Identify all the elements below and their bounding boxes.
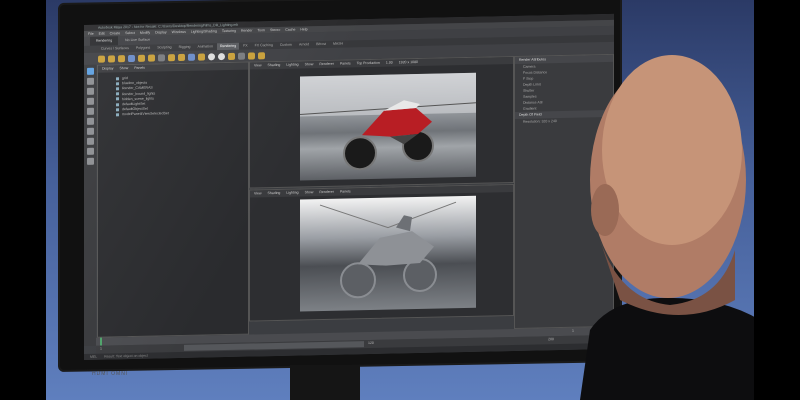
graph-layout-icon[interactable] (86, 157, 94, 165)
render-icon[interactable] (168, 53, 175, 61)
four-view-icon[interactable] (86, 137, 94, 145)
clay-motorcycle-icon (319, 201, 457, 299)
menu-help[interactable]: Help (300, 27, 307, 31)
hypershade-icon[interactable] (198, 52, 205, 61)
ipr-icon[interactable] (178, 53, 185, 61)
rendered-motorcycle-image (299, 72, 477, 181)
monitor-brand-label: HDMI OMNI (92, 371, 129, 377)
layer-icon[interactable] (238, 52, 245, 60)
vp-menu-show[interactable]: Show (305, 62, 314, 66)
menu-edit[interactable]: Edit (99, 32, 105, 36)
menu-file[interactable]: File (88, 32, 94, 36)
lasso-tool-icon[interactable] (86, 77, 94, 85)
outliner-menu-display[interactable]: Display (102, 66, 113, 70)
vp-resolution-readout: 1920 x 1080 (398, 60, 418, 65)
motorcycle-render-icon (299, 72, 477, 171)
vp-menu-panels[interactable]: Panels (340, 61, 351, 65)
camera-icon[interactable] (128, 54, 135, 62)
render-settings-icon[interactable] (188, 53, 195, 61)
toolbox (84, 64, 96, 347)
live-surface-label[interactable]: No Live Surface (125, 38, 150, 43)
select-tool-icon[interactable] (86, 67, 94, 75)
vp2-menu-view[interactable]: View (254, 191, 262, 195)
command-line-label: MEL (90, 354, 98, 359)
menu-toon[interactable]: Toon (257, 28, 265, 32)
monitor-stand (290, 365, 360, 400)
letterbox-right (754, 0, 800, 400)
vp-menu-view[interactable]: View (254, 63, 262, 67)
range-start-field[interactable]: 1 (100, 347, 102, 351)
light-editor-icon[interactable] (248, 51, 255, 60)
letterbox-left (0, 0, 46, 400)
menu-windows[interactable]: Windows (172, 30, 186, 34)
command-line-result: Result: Text object on object (104, 353, 148, 359)
clay-motorcycle-viewport (300, 195, 476, 312)
vp-zoom-field[interactable]: 1.00 (386, 61, 393, 65)
viewport-bottom[interactable]: View Shading Lighting Show Renderer Pane… (249, 183, 514, 322)
vp-menu-lighting[interactable]: Lighting (286, 63, 298, 67)
viewport-top[interactable]: View Shading Lighting Show Renderer Pane… (249, 55, 514, 189)
menu-render[interactable]: Render (241, 28, 252, 32)
vp2-menu-renderer[interactable]: Renderer (319, 190, 334, 194)
vp2-menu-show[interactable]: Show (305, 190, 314, 194)
move-tool-icon[interactable] (86, 97, 94, 105)
vp-menu-shading[interactable]: Shading (268, 63, 281, 67)
playhead[interactable] (100, 337, 102, 346)
vp-menu-renderer[interactable]: Renderer (319, 62, 334, 66)
vp-camera-select[interactable]: Top Production (357, 61, 380, 65)
texture-icon[interactable] (228, 52, 235, 60)
outliner-menu-panels[interactable]: Panels (134, 66, 145, 70)
menu-select[interactable]: Select (125, 31, 135, 35)
vp2-menu-shading[interactable]: Shading (268, 191, 281, 195)
outliner-list: grid blueline_objects Render_CAMERAS Ren… (98, 70, 248, 119)
menu-lighting-shading[interactable]: Lighting/Shading (191, 29, 217, 34)
area-light-icon[interactable] (138, 54, 145, 62)
vp2-menu-lighting[interactable]: Lighting (286, 191, 298, 195)
sphere-icon[interactable] (208, 52, 215, 60)
volume-light-icon[interactable] (148, 54, 155, 62)
rotate-tool-icon[interactable] (86, 107, 94, 115)
range-end-field[interactable]: 120 (368, 341, 374, 345)
scale-tool-icon[interactable] (86, 117, 94, 125)
menu-cache[interactable]: Cache (285, 28, 295, 32)
spot-light-icon[interactable] (108, 54, 115, 62)
outliner-panel: Display Show Panels grid blueline_object… (97, 61, 249, 338)
material-icon[interactable] (158, 53, 165, 61)
shader-ball-icon[interactable] (218, 52, 225, 60)
paint-select-icon[interactable] (86, 87, 94, 95)
outliner-menu-show[interactable]: Show (119, 66, 128, 70)
menu-display[interactable]: Display (155, 30, 166, 34)
vp2-menu-panels[interactable]: Panels (340, 189, 351, 193)
menu-texturing[interactable]: Texturing (222, 29, 236, 33)
menu-stereo[interactable]: Stereo (270, 28, 280, 32)
outliner-layout-icon[interactable] (86, 147, 94, 155)
light-icon[interactable] (98, 55, 105, 63)
menu-create[interactable]: Create (110, 31, 121, 35)
render-view-icon[interactable] (258, 51, 265, 59)
menu-modify[interactable]: Modify (140, 31, 150, 35)
single-view-icon[interactable] (86, 127, 94, 135)
point-light-icon[interactable] (118, 54, 125, 62)
photo-scene: Autodesk Maya 2017 - Not for Resale: C:/… (0, 0, 800, 400)
